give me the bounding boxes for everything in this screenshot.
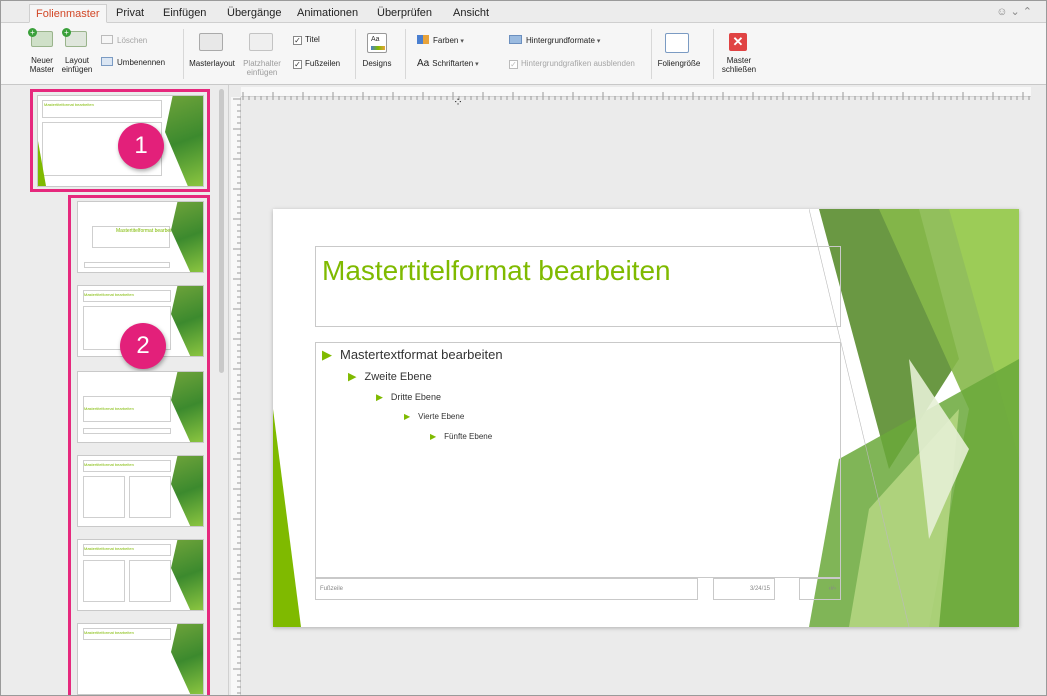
thumb-green-decoration <box>171 202 203 272</box>
horizontal-ruler[interactable] <box>241 87 1031 100</box>
master-title-text: Mastertitelformat bearbeiten <box>322 255 671 286</box>
layout-thumbnail-two-content[interactable]: Mastertitelformat bearbeiten <box>77 455 204 527</box>
master-text-placeholder[interactable]: ▶ Mastertextformat bearbeiten ▶ Zweite Ebe… <box>315 342 841 578</box>
delete-icon <box>101 35 113 44</box>
ribbon-divider <box>405 29 406 79</box>
thumb-right-content-box <box>129 476 171 518</box>
layout-thumbnail-title-only[interactable]: Mastertitelformat bearbeiten <box>77 623 204 695</box>
ribbon-collapse-icon[interactable]: ☺ ⌄ ⌃ <box>996 5 1032 18</box>
close-master-button[interactable]: Master schließen <box>717 56 761 74</box>
designs-icon[interactable]: Aa <box>367 33 387 53</box>
close-master-icon[interactable]: ✕ <box>729 33 747 51</box>
tab-animationen[interactable]: Animationen <box>297 4 358 23</box>
text-level-5: ▶ Fünfte Ebene <box>430 432 493 441</box>
ribbon-tab-bar: Folienmaster Privat Einfügen Übergänge A… <box>1 1 1046 23</box>
thumbnail-scrollbar[interactable] <box>219 89 224 373</box>
fonts-dropdown[interactable]: Aa Schriftarten ▾ <box>417 59 479 70</box>
thumb-title-text: Mastertitelformat bearbeiten <box>44 102 94 107</box>
ribbon-divider <box>713 29 714 79</box>
layout-thumbnail-section[interactable]: Mastertitelformat bearbeiten <box>77 371 204 443</box>
thumb-green-decoration <box>171 540 203 610</box>
thumb-title-text: Mastertitelformat bearbeiten <box>84 292 134 297</box>
thumb-title-text: Mastertitelformat bearbeiten <box>84 630 134 635</box>
powerpoint-window: Folienmaster Privat Einfügen Übergänge A… <box>0 0 1047 696</box>
insert-layout-icon[interactable]: + <box>62 28 87 47</box>
layout-thumbnail-title[interactable]: Mastertitelformat bearbeiten <box>77 201 204 273</box>
layout-thumbnail-comparison[interactable]: Mastertitelformat bearbeiten <box>77 539 204 611</box>
callout-badge-1: 1 <box>118 123 164 169</box>
tab-folienmaster[interactable]: Folienmaster <box>29 4 107 23</box>
vertical-ruler[interactable] <box>231 97 241 695</box>
master-slide[interactable]: Mastertitelformat bearbeiten ▶ Mastertext… <box>273 209 1019 627</box>
thumb-left-content-box <box>83 560 125 602</box>
thumb-green-decoration <box>171 624 203 694</box>
thumb-left-content-box <box>83 476 125 518</box>
ribbon-divider <box>183 29 184 79</box>
new-master-icon[interactable]: + <box>28 28 53 47</box>
text-level-3: ▶ Dritte Ebene <box>376 392 441 402</box>
slide-number-placeholder[interactable]: ‹#› <box>799 578 841 600</box>
ribbon-divider <box>355 29 356 79</box>
date-placeholder[interactable]: 3/24/15 <box>713 578 775 600</box>
new-master-button[interactable]: Neuer Master <box>25 56 59 74</box>
slide-size-button[interactable]: Foliengröße <box>651 59 707 68</box>
horizontal-ruler-ticks <box>242 92 1030 100</box>
insert-placeholder-button[interactable]: Platzhalter einfügen <box>241 59 283 77</box>
thumb-title-text: Mastertitelformat bearbeiten <box>84 462 134 467</box>
thumb-green-decoration <box>171 286 203 356</box>
title-checkbox[interactable]: ✓ Titel <box>293 35 320 45</box>
footer-placeholder[interactable]: Fußzeile <box>315 578 698 600</box>
thumb-right-content-box <box>129 560 171 602</box>
hide-background-graphics-checkbox[interactable]: ✓ Hintergrundgrafiken ausblenden <box>509 59 635 69</box>
insert-layout-button[interactable]: Layout einfügen <box>59 56 95 74</box>
insert-placeholder-icon[interactable] <box>249 33 273 51</box>
tab-uebergaenge[interactable]: Übergänge <box>227 4 281 23</box>
tab-ueberpruefen[interactable]: Überprüfen <box>377 4 432 23</box>
footers-checkbox[interactable]: ✓ Fußzeilen <box>293 59 340 69</box>
thumb-title-text: Mastertitelformat bearbeiten <box>84 406 134 411</box>
callout-badge-2: 2 <box>120 323 166 369</box>
left-green-wedge <box>273 409 301 627</box>
ribbon-divider <box>651 29 652 79</box>
thumb-footer-box <box>84 262 170 268</box>
master-layout-icon[interactable] <box>199 33 223 51</box>
thumb-footer-box <box>83 428 171 434</box>
thumb-title-text: Mastertitelformat bearbeiten <box>116 228 179 234</box>
text-level-1: ▶ Mastertextformat bearbeiten <box>322 347 503 362</box>
background-styles-dropdown[interactable]: Hintergrundformate ▾ <box>509 35 600 47</box>
text-level-4: ▶ Vierte Ebene <box>404 412 465 421</box>
thumb-title-text: Mastertitelformat bearbeiten <box>84 546 134 551</box>
tab-einfuegen[interactable]: Einfügen <box>163 4 206 23</box>
thumb-green-decoration <box>171 372 203 442</box>
rename-icon <box>101 57 113 66</box>
tab-ansicht[interactable]: Ansicht <box>453 4 489 23</box>
text-level-2: ▶ Zweite Ebene <box>348 371 432 383</box>
master-title-placeholder[interactable]: Mastertitelformat bearbeiten <box>315 246 841 327</box>
colors-dropdown[interactable]: Farben ▾ <box>417 35 464 47</box>
slide-size-icon[interactable] <box>665 33 689 53</box>
tab-privat[interactable]: Privat <box>116 4 144 23</box>
master-layout-button[interactable]: Masterlayout <box>186 59 238 68</box>
delete-button[interactable]: Löschen <box>101 35 147 46</box>
ribbon: + Neuer Master + Layout einfügen Löschen… <box>1 23 1046 85</box>
designs-button[interactable]: Designs <box>359 59 395 68</box>
mouse-cursor-icon: ⁘ <box>453 95 464 109</box>
rename-button[interactable]: Umbenennen <box>101 57 165 68</box>
thumb-green-decoration <box>171 456 203 526</box>
colors-icon <box>417 35 429 44</box>
fonts-icon: Aa <box>417 58 430 69</box>
vertical-ruler-ticks <box>233 98 241 694</box>
thumb-green-decoration <box>165 96 203 186</box>
background-styles-icon <box>509 35 522 44</box>
